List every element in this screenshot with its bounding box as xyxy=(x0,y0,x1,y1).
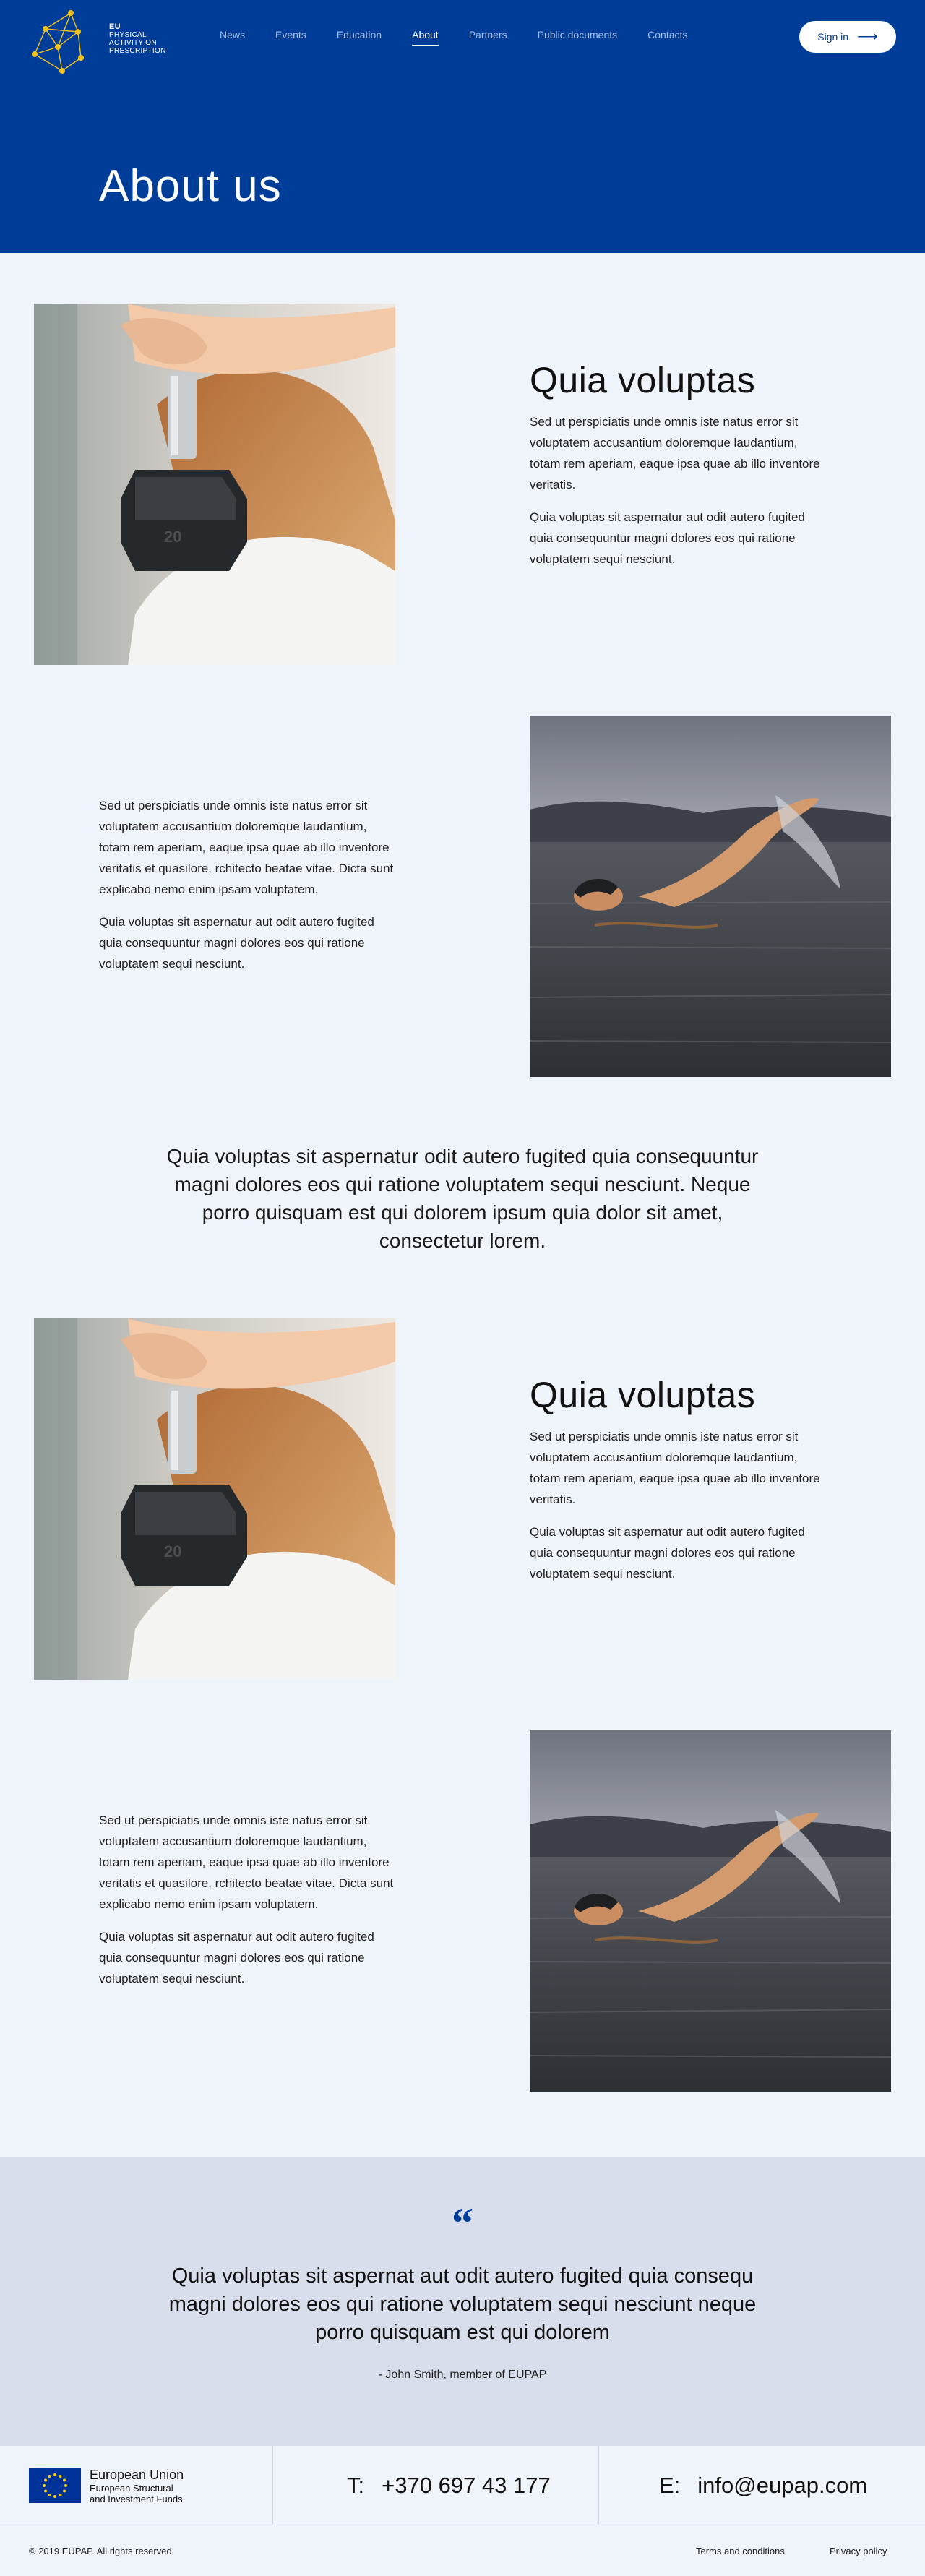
footer-divider xyxy=(272,2446,273,2525)
phone-label: T: xyxy=(347,2473,365,2498)
eu-subtitle-1: European Structural xyxy=(90,2483,173,2494)
section-3-paragraph-2: Quia voluptas sit aspernatur aut odit au… xyxy=(530,1525,805,1581)
page-title: About us xyxy=(99,161,282,211)
sign-in-label: Sign in xyxy=(817,31,849,43)
section-1-heading: Quia voluptas xyxy=(530,360,756,400)
section-3-heading: Quia voluptas xyxy=(530,1375,756,1415)
main-nav: News Events Education About Partners Pub… xyxy=(220,29,718,46)
phone-number[interactable]: +370 697 43 177 xyxy=(382,2473,551,2499)
nav-item-contacts[interactable]: Contacts xyxy=(648,29,687,46)
nav-item-partners[interactable]: Partners xyxy=(469,29,507,46)
quote-mark-icon: “ xyxy=(452,2199,473,2247)
nav-item-about[interactable]: About xyxy=(412,29,439,46)
nav-item-news[interactable]: News xyxy=(220,29,245,46)
svg-text:20: 20 xyxy=(164,1542,181,1560)
sign-in-button[interactable]: Sign in ⟶ xyxy=(799,21,896,53)
center-quote: Quia voluptas sit aspernatur odit autero… xyxy=(166,1145,759,1252)
svg-text:20: 20 xyxy=(164,528,181,546)
section-1-paragraph-1: Sed ut perspiciatis unde omnis iste natu… xyxy=(530,415,820,491)
eu-funds-badge: European Union European Structural and I… xyxy=(29,2446,184,2525)
section-2-text: Sed ut perspiciatis unde omnis iste natu… xyxy=(99,795,399,986)
footer-contacts: European Union European Structural and I… xyxy=(0,2446,925,2525)
section-2-paragraph-2: Quia voluptas sit aspernatur aut odit au… xyxy=(99,915,374,971)
eu-title: European Union xyxy=(90,2468,184,2482)
swimmer-photo-2 xyxy=(530,1730,891,2092)
main-content: 20 Quia voluptas Sed ut perspiciatis und… xyxy=(0,253,925,2157)
testimonial-author: - John Smith, member of EUPAP xyxy=(378,2369,547,2381)
section-3-text: Quia voluptas Sed ut perspiciatis unde o… xyxy=(530,1375,830,1596)
section-1-paragraph-2: Quia voluptas sit aspernatur aut odit au… xyxy=(530,510,805,566)
section-2-paragraph-1: Sed ut perspiciatis unde omnis iste natu… xyxy=(99,799,394,896)
nav-item-events[interactable]: Events xyxy=(275,29,306,46)
section-1-text: Quia voluptas Sed ut perspiciatis unde o… xyxy=(530,360,830,581)
dumbbell-photo: 20 xyxy=(34,304,395,665)
phone-contact[interactable]: T: +370 697 43 177 xyxy=(347,2446,551,2525)
section-4-paragraph-1: Sed ut perspiciatis unde omnis iste natu… xyxy=(99,1813,394,1911)
swimmer-photo xyxy=(530,716,891,1077)
section-4-text: Sed ut perspiciatis unde omnis iste natu… xyxy=(99,1810,399,2001)
footer-bottom: © 2019 EUPAP. All rights reserved Terms … xyxy=(0,2526,925,2576)
testimonial-section: “ Quia voluptas sit aspernat aut odit au… xyxy=(0,2157,925,2446)
nav-item-public-documents[interactable]: Public documents xyxy=(538,29,618,46)
logo-line-2: PHYSICAL xyxy=(109,31,147,39)
arrow-right-icon: ⟶ xyxy=(857,29,878,45)
eu-funds-text: European Union European Structural and I… xyxy=(90,2467,184,2504)
site-header: EU PHYSICAL ACTIVITY ON PRESCRIPTION New… xyxy=(0,0,925,253)
copyright: © 2019 EUPAP. All rights reserved xyxy=(29,2546,172,2556)
nav-item-education[interactable]: Education xyxy=(337,29,382,46)
eu-flag-icon xyxy=(29,2468,81,2503)
testimonial-text: Quia voluptas sit aspernat aut odit aute… xyxy=(168,2264,757,2344)
logo-text: EU PHYSICAL ACTIVITY ON PRESCRIPTION xyxy=(109,22,166,56)
section-3-paragraph-1: Sed ut perspiciatis unde omnis iste natu… xyxy=(530,1430,820,1506)
footer-divider xyxy=(598,2446,599,2525)
email-label: E: xyxy=(659,2473,681,2498)
network-logo-icon xyxy=(32,10,84,74)
terms-link[interactable]: Terms and conditions xyxy=(696,2546,785,2556)
email-contact[interactable]: E: info@eupap.com xyxy=(659,2446,867,2525)
dumbbell-photo-2: 20 xyxy=(34,1318,395,1680)
logo-line-1: EU xyxy=(109,22,121,31)
section-4-paragraph-2: Quia voluptas sit aspernatur aut odit au… xyxy=(99,1930,374,1985)
eu-subtitle-2: and Investment Funds xyxy=(90,2494,183,2504)
email-address[interactable]: info@eupap.com xyxy=(697,2473,867,2499)
logo-line-4: PRESCRIPTION xyxy=(109,47,166,55)
logo-line-3: ACTIVITY ON xyxy=(109,39,157,47)
privacy-link[interactable]: Privacy policy xyxy=(830,2546,887,2556)
site-logo[interactable]: EU PHYSICAL ACTIVITY ON PRESCRIPTION xyxy=(27,7,165,83)
